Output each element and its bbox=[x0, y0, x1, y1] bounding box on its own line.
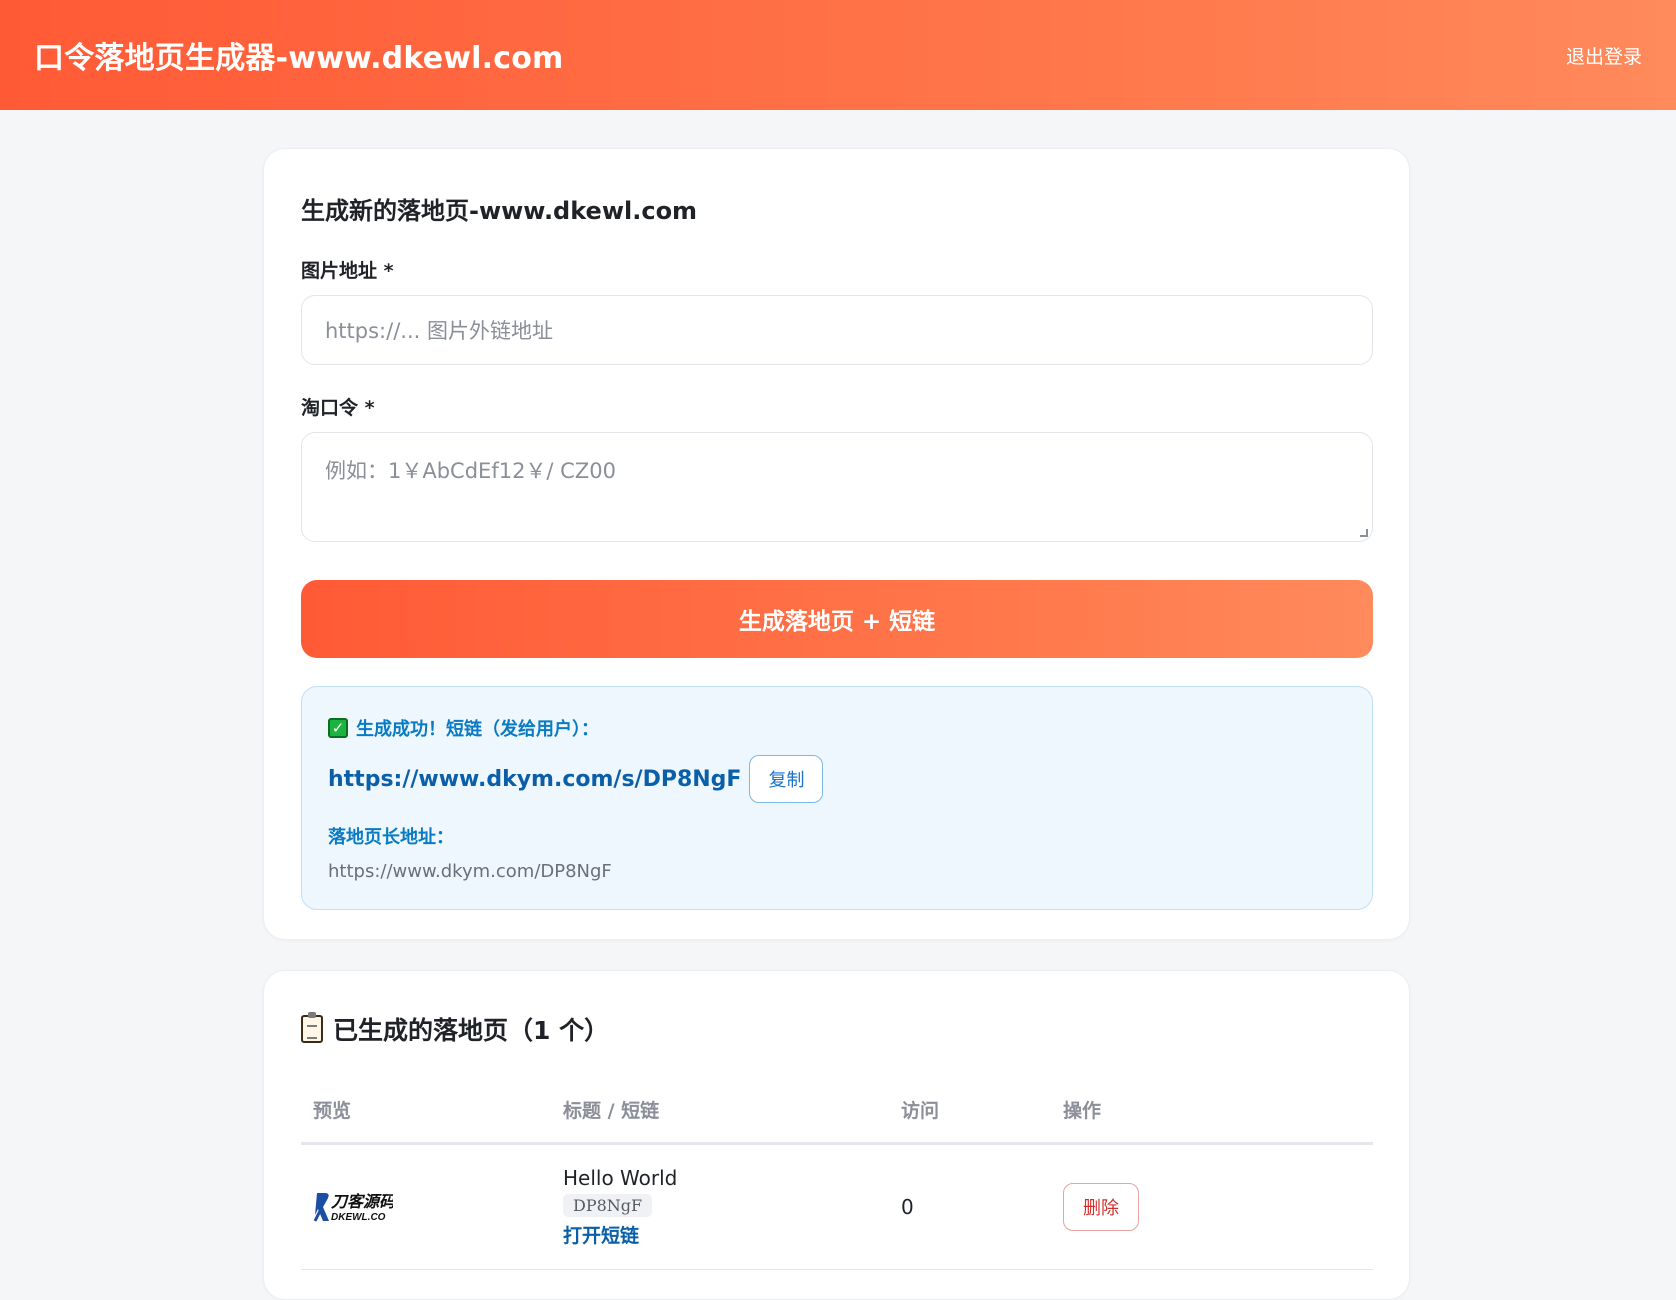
visits-cell: 0 bbox=[889, 1143, 1051, 1270]
delete-button[interactable]: 删除 bbox=[1063, 1182, 1139, 1231]
dkewl-logo-icon: 刀客源码 DKEWL.CO bbox=[313, 1192, 393, 1223]
logo-text: 刀客源码 bbox=[330, 1193, 393, 1211]
result-panel: ✓ 生成成功！短链（发给用户）： https://www.dkym.com/s/… bbox=[301, 686, 1373, 910]
generated-list-card: 已生成的落地页（1 个） 预览 标题 / 短链 访问 操作 刀客源码 DKEWL… bbox=[263, 970, 1410, 1300]
short-link-row: https://www.dkym.com/s/DP8NgF 复制 bbox=[328, 755, 1346, 803]
short-link[interactable]: https://www.dkym.com/s/DP8NgF bbox=[328, 767, 741, 792]
pages-table: 预览 标题 / 短链 访问 操作 刀客源码 DKEWL.CO Hello Wor… bbox=[301, 1077, 1373, 1270]
preview-cell: 刀客源码 DKEWL.CO bbox=[301, 1143, 551, 1270]
success-text: 生成成功！短链（发给用户）： bbox=[356, 719, 599, 740]
actions-cell: 删除 bbox=[1051, 1143, 1373, 1270]
column-header-visits: 访问 bbox=[889, 1077, 1051, 1145]
copy-button[interactable]: 复制 bbox=[749, 755, 824, 803]
logo-subtext: DKEWL.CO bbox=[331, 1212, 386, 1223]
short-code-badge: DP8NgF bbox=[563, 1193, 653, 1217]
generate-card: 生成新的落地页-www.dkewl.com 图片地址 * https://...… bbox=[263, 148, 1410, 940]
list-title: 已生成的落地页（1 个） bbox=[333, 1016, 610, 1045]
row-title: Hello World bbox=[563, 1165, 678, 1190]
image-url-input[interactable]: https://... 图片外链地址 bbox=[301, 295, 1373, 365]
column-header-title: 标题 / 短链 bbox=[551, 1077, 889, 1145]
generate-button[interactable]: 生成落地页 + 短链 bbox=[301, 580, 1373, 658]
table-header-row: 预览 标题 / 短链 访问 操作 bbox=[301, 1077, 1373, 1145]
logout-link[interactable]: 退出登录 bbox=[1566, 42, 1642, 69]
image-url-placeholder: https://... 图片外链地址 bbox=[325, 319, 553, 343]
result-heading: ✓ 生成成功！短链（发给用户）： bbox=[328, 715, 1346, 741]
title-cell: Hello World DP8NgF 打开短链 bbox=[551, 1143, 889, 1270]
long-url-text: https://www.dkym.com/DP8NgF bbox=[328, 861, 612, 882]
long-url-label: 落地页长地址： bbox=[328, 827, 454, 848]
resize-handle-icon[interactable] bbox=[1360, 529, 1368, 537]
visits-count: 0 bbox=[901, 1194, 914, 1219]
top-bar: 口令落地页生成器-www.dkewl.com 退出登录 bbox=[0, 0, 1676, 110]
list-heading: 已生成的落地页（1 个） bbox=[301, 1011, 1372, 1047]
taokouling-placeholder: 例如：1￥AbCdEf12￥/ CZ00 bbox=[325, 459, 616, 483]
app-title: 口令落地页生成器-www.dkewl.com bbox=[34, 41, 564, 76]
taokouling-label: 淘口令 * bbox=[301, 397, 375, 419]
table-row: 刀客源码 DKEWL.CO Hello World DP8NgF 打开短链 0 … bbox=[301, 1143, 1373, 1270]
clipboard-icon bbox=[301, 1012, 323, 1043]
open-short-link[interactable]: 打开短链 bbox=[563, 1221, 889, 1248]
column-header-actions: 操作 bbox=[1051, 1077, 1373, 1145]
preview-logo[interactable]: 刀客源码 DKEWL.CO bbox=[313, 1177, 403, 1237]
image-url-label: 图片地址 * bbox=[301, 260, 394, 282]
taokouling-textarea[interactable]: 例如：1￥AbCdEf12￥/ CZ00 bbox=[301, 432, 1373, 542]
column-header-preview: 预览 bbox=[301, 1077, 551, 1145]
check-mark-icon: ✓ bbox=[328, 718, 348, 738]
generate-card-title: 生成新的落地页-www.dkewl.com bbox=[301, 197, 698, 225]
